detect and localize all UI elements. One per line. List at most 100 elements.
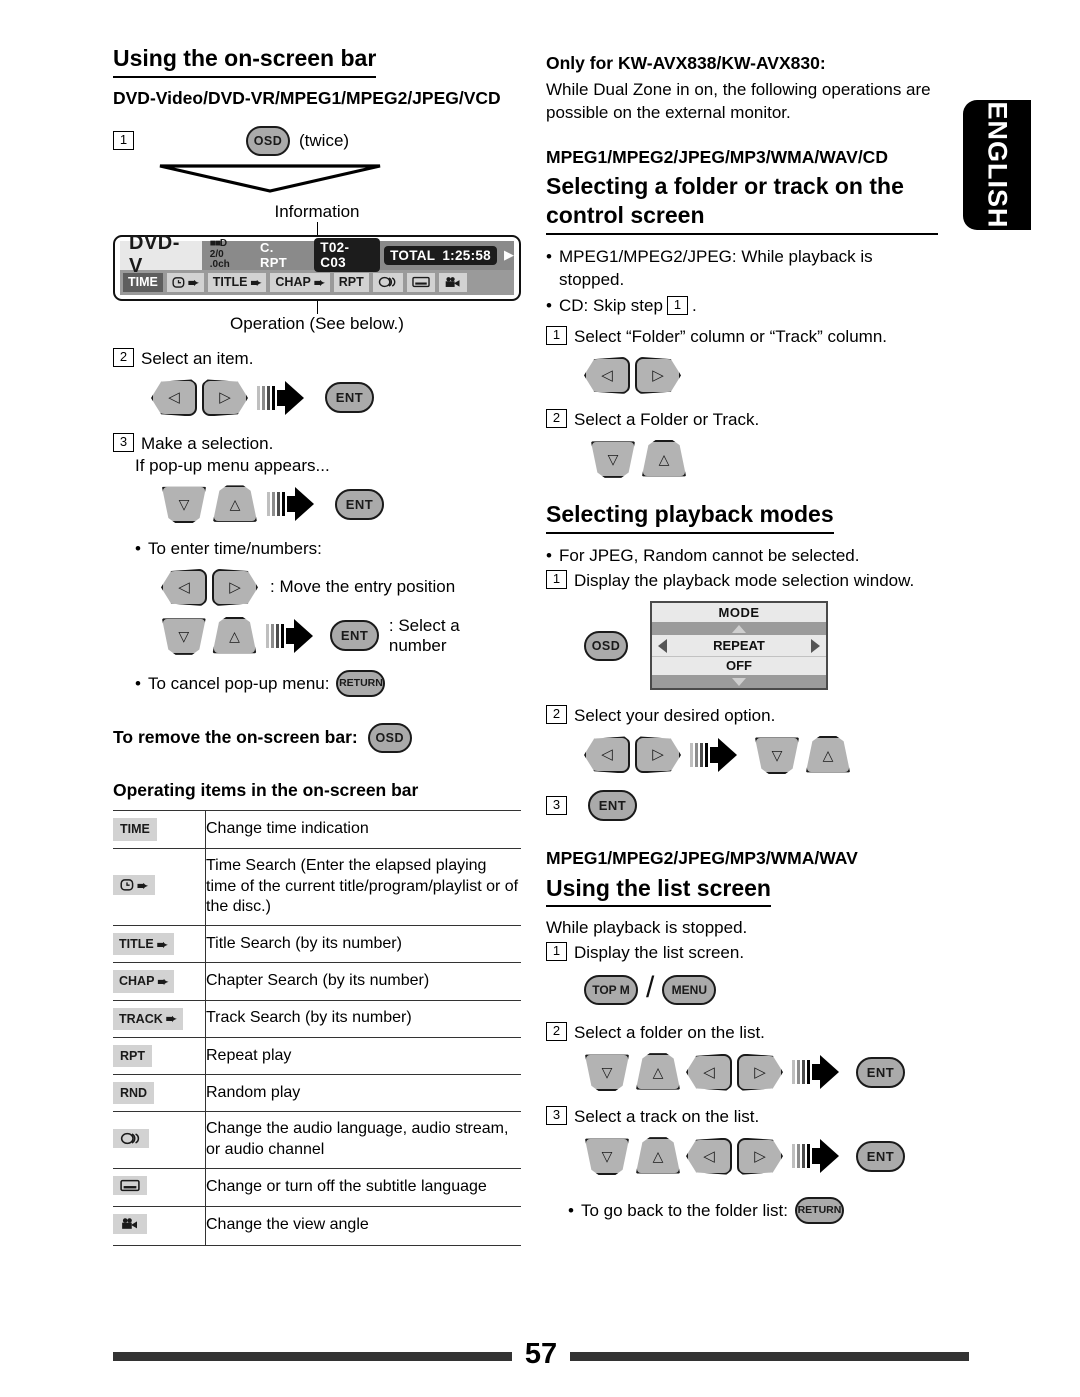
osb-item-angle[interactable] bbox=[438, 272, 467, 292]
osb-item-title[interactable]: TITLE ➨ bbox=[207, 272, 267, 292]
osb-item-time-search[interactable]: ➨ bbox=[166, 272, 204, 292]
mode-left-arrow-icon[interactable] bbox=[658, 638, 667, 653]
total-label: TOTAL bbox=[390, 247, 436, 263]
mode-up-arrow[interactable] bbox=[652, 622, 826, 635]
enter-button[interactable]: ENT bbox=[588, 789, 637, 821]
time-numbers-bullet: • To enter time/numbers: bbox=[135, 537, 521, 560]
right-arrow-button[interactable]: ▷ bbox=[212, 568, 258, 606]
random-badge: RND bbox=[113, 1082, 155, 1105]
down-arrow-button[interactable]: ▽ bbox=[584, 1054, 630, 1092]
enter-button[interactable]: ENT bbox=[856, 1140, 905, 1172]
down-arrow-button[interactable]: ▽ bbox=[161, 618, 206, 655]
formats-subheading: DVD-Video/DVD-VR/MPEG1/MPEG2/JPEG/VCD bbox=[113, 87, 501, 108]
osb-item-repeat[interactable]: RPT bbox=[333, 272, 369, 292]
operation-tick bbox=[316, 300, 318, 314]
step-2-row: 2 Select an item. bbox=[113, 347, 521, 371]
row-icon-cell: TRACK ➨ bbox=[113, 999, 206, 1038]
left-column: Using the on-screen bar DVD-Video/DVD-VR… bbox=[113, 0, 521, 1246]
model-note-body: While Dual Zone in on, the following ope… bbox=[546, 79, 931, 122]
ctrl-step-2-text: Select a Folder or Track. bbox=[574, 409, 760, 429]
pb-step-2-row: 2 Select your desired option. bbox=[546, 705, 938, 728]
up-arrow-button[interactable]: △ bbox=[805, 735, 851, 773]
row-icon-cell bbox=[113, 1205, 206, 1246]
left-arrow-button[interactable]: ◁ bbox=[151, 379, 197, 417]
mode-right-arrow-icon[interactable] bbox=[811, 638, 820, 653]
top-menu-button[interactable]: TOP M bbox=[584, 975, 638, 1006]
step-number: 2 bbox=[546, 1022, 567, 1042]
bullet-jpeg-text: For JPEG, Random cannot be selected. bbox=[559, 545, 860, 565]
menu-button[interactable]: MENU bbox=[662, 975, 717, 1006]
ctrl-step-1-row: 1 Select “Folder” column or “Track” colu… bbox=[546, 325, 938, 349]
right-arrow-button[interactable]: ▷ bbox=[635, 356, 681, 394]
enter-button[interactable]: ENT bbox=[335, 488, 384, 520]
move-entry-text: : Move the entry position bbox=[270, 577, 456, 597]
right-arrow-button[interactable]: ▷ bbox=[635, 736, 681, 774]
osb-item-time[interactable]: TIME bbox=[123, 272, 163, 292]
mode-down-arrow[interactable] bbox=[652, 675, 826, 688]
osd-button[interactable]: OSD bbox=[246, 125, 290, 156]
then-arrow-icon bbox=[267, 486, 314, 522]
control-screen-heading: Selecting a folder or track on the contr… bbox=[546, 172, 938, 235]
arrow-right-icon: ➨ bbox=[187, 274, 199, 290]
left-arrow-button[interactable]: ◁ bbox=[161, 568, 207, 606]
osd-button[interactable]: OSD bbox=[367, 722, 412, 753]
page-title: Using the on-screen bar bbox=[113, 44, 377, 78]
enter-button[interactable]: ENT bbox=[325, 382, 374, 414]
subtitle-badge bbox=[113, 1175, 147, 1195]
row-icon-cell bbox=[113, 1111, 206, 1169]
osb-item-chapter[interactable]: CHAP ➨ bbox=[270, 272, 330, 292]
left-arrow-button[interactable]: ◁ bbox=[686, 1053, 732, 1091]
return-button[interactable]: RETURN bbox=[336, 669, 386, 697]
up-arrow-button[interactable]: △ bbox=[635, 1137, 681, 1174]
bullet-mpeg-row: • MPEG1/MPEG2/JPEG: While playback is st… bbox=[546, 245, 938, 292]
time-numbers-text: To enter time/numbers: bbox=[148, 539, 322, 559]
pb-step-2-text: Select your desired option. bbox=[574, 706, 776, 725]
osb-item-audio[interactable] bbox=[372, 272, 403, 292]
right-arrow-button[interactable]: ▷ bbox=[202, 379, 248, 417]
right-arrow-button[interactable]: ▷ bbox=[737, 1053, 783, 1091]
arrow-right-icon: ➨ bbox=[165, 1011, 177, 1027]
left-arrow-button[interactable]: ◁ bbox=[584, 356, 630, 394]
up-arrow-button[interactable]: △ bbox=[212, 616, 257, 654]
page-number: 57 bbox=[524, 1338, 558, 1370]
go-back-row: • To go back to the folder list: RETURN bbox=[568, 1197, 938, 1225]
up-arrow-button[interactable]: △ bbox=[641, 439, 687, 477]
table-row: RPT Repeat play bbox=[113, 1036, 521, 1075]
step-number: 3 bbox=[546, 1106, 567, 1126]
information-label: Information bbox=[274, 201, 360, 221]
row-icon-cell: TITLE ➨ bbox=[113, 925, 206, 963]
table-row: Change or turn off the subtitle language bbox=[113, 1167, 521, 1207]
list-formats: MPEG1/MPEG2/JPEG/MP3/WMA/WAV bbox=[546, 847, 858, 868]
manual-page: ENGLISH Using the on-screen bar DVD-Vide… bbox=[0, 0, 1080, 1397]
pb-step-3-row: 3 ENT bbox=[546, 789, 938, 821]
playback-modes-heading: Selecting playback modes bbox=[546, 500, 834, 534]
down-arrow-button[interactable]: ▽ bbox=[584, 1138, 630, 1176]
osb-item-subtitle[interactable] bbox=[406, 272, 435, 292]
mode-selection-window: MODE REPEAT OFF bbox=[650, 601, 828, 690]
down-arrow-button[interactable]: ▽ bbox=[754, 737, 800, 774]
audio-icon bbox=[120, 1132, 140, 1144]
row-description: Change or turn off the subtitle language bbox=[205, 1167, 521, 1207]
right-arrow-button[interactable]: ▷ bbox=[737, 1137, 783, 1175]
footer-rule-right bbox=[570, 1352, 970, 1361]
next-caret-icon[interactable]: ▶ bbox=[504, 247, 514, 263]
list-step-3-text: Select a track on the list. bbox=[574, 1107, 760, 1127]
audio-format-indicator: ■■D 2/0 .0ch bbox=[209, 238, 230, 271]
enter-button[interactable]: ENT bbox=[330, 620, 379, 652]
return-button[interactable]: RETURN bbox=[794, 1197, 844, 1225]
step-number: 3 bbox=[113, 433, 134, 453]
arrow-right-icon: ➨ bbox=[137, 877, 148, 893]
step-number: 1 bbox=[546, 325, 567, 345]
up-arrow-button[interactable]: △ bbox=[635, 1053, 681, 1090]
left-arrow-button[interactable]: ◁ bbox=[584, 736, 630, 774]
osd-button[interactable]: OSD bbox=[584, 630, 628, 661]
down-arrow-button[interactable]: ▽ bbox=[590, 441, 636, 478]
list-step-2-text: Select a folder on the list. bbox=[574, 1023, 765, 1043]
left-arrow-button[interactable]: ◁ bbox=[686, 1137, 732, 1175]
row-description: Chapter Search (by its number) bbox=[205, 962, 521, 1001]
down-arrow-button[interactable]: ▽ bbox=[161, 486, 207, 524]
up-arrow-button[interactable]: △ bbox=[212, 485, 258, 522]
ctrl-step-1-text: Select “Folder” column or “Track” column… bbox=[574, 326, 888, 346]
remove-bar-label: To remove the on-screen bar: bbox=[113, 727, 358, 748]
enter-button[interactable]: ENT bbox=[856, 1056, 905, 1088]
